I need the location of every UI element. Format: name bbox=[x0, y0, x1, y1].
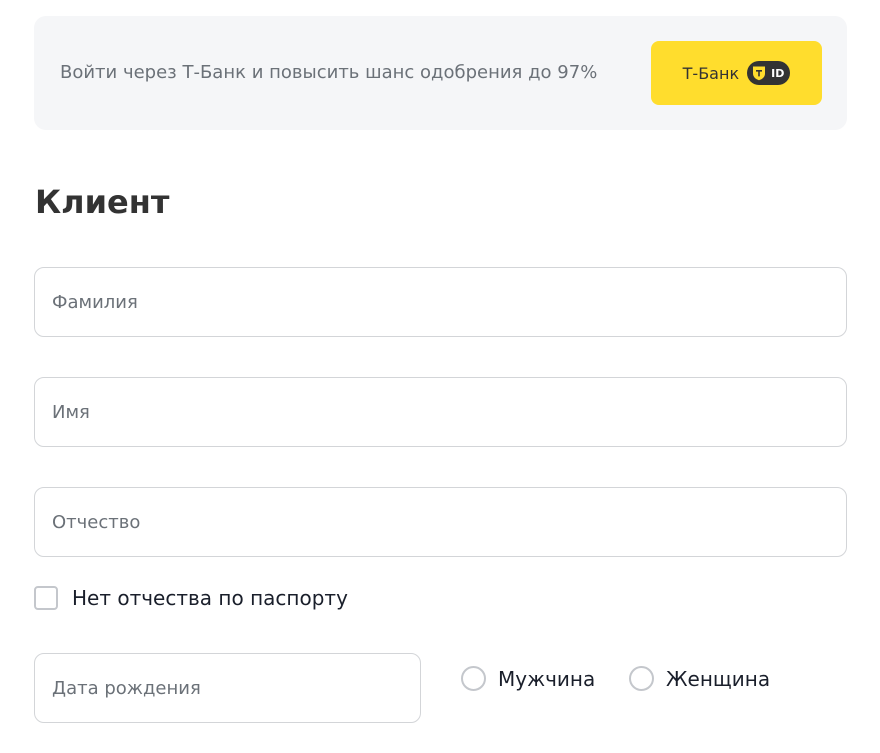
tbank-banner-text: Войти через Т-Банк и повысить шанс одобр… bbox=[60, 62, 598, 83]
no-patronymic-label: Нет отчества по паспорту bbox=[72, 586, 348, 610]
tbank-button-label: Т-Банк bbox=[682, 63, 740, 83]
client-form-page: Войти через Т-Банк и повысить шанс одобр… bbox=[0, 0, 880, 753]
last-name-input[interactable] bbox=[34, 267, 847, 337]
radio-male-circle[interactable] bbox=[461, 666, 486, 691]
tbank-login-button[interactable]: Т-Банк ID bbox=[651, 41, 822, 105]
no-patronymic-checkbox-row[interactable]: Нет отчества по паспорту bbox=[34, 586, 348, 610]
patronymic-input[interactable] bbox=[34, 487, 847, 557]
gender-radio-male[interactable]: Мужчина bbox=[461, 666, 595, 691]
page-title: Клиент bbox=[35, 183, 170, 221]
tbank-id-badge: ID bbox=[747, 61, 791, 85]
tbank-id-text: ID bbox=[771, 66, 785, 80]
radio-male-label: Мужчина bbox=[498, 666, 596, 691]
radio-female-circle[interactable] bbox=[629, 666, 654, 691]
tbank-shield-icon bbox=[753, 66, 766, 81]
first-name-input[interactable] bbox=[34, 377, 847, 447]
gender-radio-female[interactable]: Женщина bbox=[629, 666, 770, 691]
no-patronymic-checkbox[interactable] bbox=[34, 586, 58, 610]
birth-date-input[interactable] bbox=[34, 653, 421, 723]
radio-female-label: Женщина bbox=[666, 666, 771, 691]
tbank-login-banner: Войти через Т-Банк и повысить шанс одобр… bbox=[34, 16, 847, 130]
